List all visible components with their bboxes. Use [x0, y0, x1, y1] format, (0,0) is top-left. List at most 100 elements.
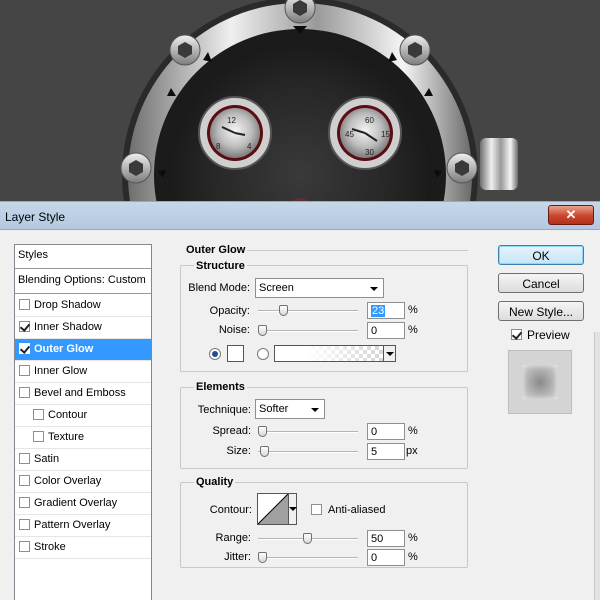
left-dial-8: 8	[216, 142, 221, 151]
noise-track	[258, 330, 358, 332]
canvas-artwork: 12 8 4 60 45 15 30	[0, 0, 600, 210]
chevron-down-icon	[311, 408, 319, 412]
style-item-label: Color Overlay	[34, 475, 102, 487]
range-label: Range:	[215, 532, 251, 544]
technique-select[interactable]: Softer	[255, 399, 325, 419]
jitter-input[interactable]: 0	[367, 549, 405, 566]
style-checkbox[interactable]	[19, 475, 30, 486]
close-icon: ✕	[565, 207, 577, 222]
structure-title: Structure	[194, 260, 247, 272]
style-item-label: Inner Glow	[34, 365, 88, 377]
blending-options-label: Blending Options: Custom	[18, 274, 146, 286]
preview-checkbox[interactable]	[511, 329, 522, 340]
style-item-inner-shadow[interactable]: Inner Shadow	[15, 317, 151, 339]
quality-title: Quality	[194, 476, 236, 488]
style-item-drop-shadow[interactable]: Drop Shadow	[15, 295, 151, 317]
right-dial-60: 60	[365, 116, 374, 125]
styles-header-label: Styles	[18, 249, 48, 261]
spread-thumb[interactable]	[258, 426, 267, 437]
preview-thumbnail	[508, 350, 572, 414]
style-item-stroke[interactable]: Stroke	[15, 537, 151, 559]
preview-label: Preview	[527, 328, 570, 342]
style-checkbox[interactable]	[33, 409, 44, 420]
opacity-input[interactable]: 23	[367, 302, 405, 319]
chevron-down-icon	[370, 287, 378, 291]
opacity-slider[interactable]	[258, 305, 358, 317]
style-item-label: Pattern Overlay	[34, 519, 111, 531]
color-radio[interactable]	[209, 348, 221, 360]
opacity-track	[258, 310, 358, 312]
style-checkbox[interactable]	[19, 453, 30, 464]
style-item-texture[interactable]: Texture	[15, 427, 151, 449]
spread-label: Spread:	[212, 425, 251, 437]
noise-thumb[interactable]	[258, 325, 267, 336]
cancel-label: Cancel	[522, 277, 560, 291]
ok-button[interactable]: OK	[498, 245, 584, 265]
gradient-dropdown[interactable]	[383, 346, 395, 361]
gradient-radio[interactable]	[257, 348, 269, 360]
blend-mode-value: Screen	[259, 282, 294, 294]
style-checkbox[interactable]	[19, 299, 30, 310]
preview-swatch	[523, 365, 557, 399]
jitter-thumb[interactable]	[258, 552, 267, 563]
new-style-button[interactable]: New Style...	[498, 301, 584, 321]
style-checkbox[interactable]	[33, 431, 44, 442]
style-checkbox[interactable]	[19, 519, 30, 530]
style-checkbox[interactable]	[19, 541, 30, 552]
size-slider[interactable]	[258, 446, 358, 458]
style-item-bevel-and-emboss[interactable]: Bevel and Emboss	[15, 383, 151, 405]
right-dial-45: 45	[345, 130, 354, 139]
style-checkbox[interactable]	[19, 365, 30, 376]
opacity-thumb[interactable]	[279, 305, 288, 316]
range-input[interactable]: 50	[367, 530, 405, 547]
range-value: 50	[371, 533, 384, 545]
size-thumb[interactable]	[260, 446, 269, 457]
noise-label: Noise:	[218, 324, 250, 336]
contour-label: Contour:	[209, 504, 252, 516]
jitter-slider[interactable]	[258, 552, 358, 564]
style-checkbox[interactable]	[19, 343, 30, 354]
jitter-label: Jitter:	[224, 551, 251, 563]
blend-mode-select[interactable]: Screen	[255, 278, 384, 298]
style-item-satin[interactable]: Satin	[15, 449, 151, 471]
close-button[interactable]: ✕	[548, 205, 594, 225]
style-item-contour[interactable]: Contour	[15, 405, 151, 427]
technique-value: Softer	[259, 403, 289, 415]
spread-input[interactable]: 0	[367, 423, 405, 440]
opacity-label: Opacity:	[209, 305, 250, 317]
style-item-gradient-overlay[interactable]: Gradient Overlay	[15, 493, 151, 515]
style-item-pattern-overlay[interactable]: Pattern Overlay	[15, 515, 151, 537]
dialog-edge-scrollbar[interactable]	[594, 332, 600, 600]
contour-dropdown[interactable]	[288, 494, 297, 524]
technique-label: Technique:	[197, 404, 251, 416]
style-item-label: Bevel and Emboss	[34, 387, 126, 399]
style-checkbox[interactable]	[19, 497, 30, 508]
noise-value: 0	[371, 325, 378, 337]
style-checkbox[interactable]	[19, 387, 30, 398]
range-thumb[interactable]	[303, 533, 312, 544]
title-bar[interactable]: Layer Style ✕	[0, 202, 600, 230]
anti-aliased-checkbox[interactable]	[311, 504, 322, 515]
cancel-button[interactable]: Cancel	[498, 273, 584, 293]
style-item-outer-glow[interactable]: Outer Glow	[15, 339, 151, 361]
noise-input[interactable]: 0	[367, 322, 405, 339]
size-input[interactable]: 5	[367, 443, 405, 460]
style-item-label: Outer Glow	[34, 343, 94, 355]
spread-slider[interactable]	[258, 426, 358, 438]
blending-options-item[interactable]: Blending Options: Custom	[15, 270, 151, 294]
ok-label: OK	[532, 249, 550, 263]
style-checkbox[interactable]	[19, 321, 30, 332]
style-item-inner-glow[interactable]: Inner Glow	[15, 361, 151, 383]
size-label: Size:	[226, 445, 251, 457]
style-item-color-overlay[interactable]: Color Overlay	[15, 471, 151, 493]
size-value: 5	[371, 446, 378, 458]
style-item-label: Drop Shadow	[34, 299, 101, 311]
elements-title: Elements	[194, 381, 247, 393]
noise-slider[interactable]	[258, 325, 358, 337]
contour-picker[interactable]	[257, 493, 297, 525]
gradient-picker[interactable]	[274, 345, 396, 362]
styles-header[interactable]: Styles	[15, 245, 151, 269]
robot-head-illustration	[0, 0, 600, 210]
glow-color-swatch[interactable]	[227, 345, 244, 362]
range-slider[interactable]	[258, 533, 358, 545]
